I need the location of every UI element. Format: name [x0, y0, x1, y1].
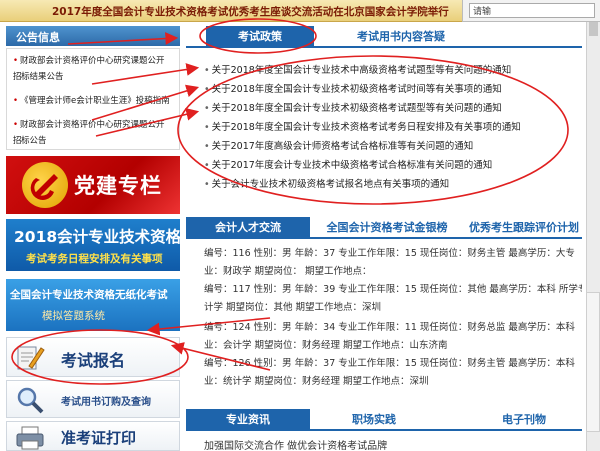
top-news-banner[interactable]: 2017年度全国会计专业技术资格考试优秀考生座谈交流活动在北京国家会计学院举行 — [0, 0, 462, 22]
book-order-button[interactable]: 考试用书订购及查询 — [6, 380, 180, 418]
list-item[interactable]: • 关于2018年度全国会计专业技术资格考试考务日程安排及有关事项的通知 — [204, 119, 521, 133]
talent-list: 编号：116 性别：男 年龄：37 专业工作年限：15 现任岗位：财务主管 最高… — [186, 243, 582, 405]
policy-tab-bar: 考试政策 考试用书内容答疑 — [186, 26, 582, 48]
tab-professional-news[interactable]: 专业资讯 — [186, 409, 310, 431]
notice-item[interactable]: 标公告 — [21, 133, 181, 149]
admission-ticket-button[interactable]: 准考证打印 — [6, 421, 180, 451]
book-order-label[interactable]: 考试用书订购及查询 — [61, 393, 151, 408]
admission-ticket-label[interactable]: 准考证打印 — [61, 427, 136, 448]
tab-honor-roll[interactable]: 全国会计资格考试金银榜 — [312, 217, 462, 239]
exam-register-button[interactable]: 考试报名 — [6, 337, 180, 377]
list-item[interactable]: • 关于会计专业技术初级资格考试报名地点有关事项的通知 — [204, 176, 449, 190]
list-item: 编号：126 性别：男 年龄：37 专业工作年限：15 现任岗位：财务主管 最高… — [204, 358, 575, 369]
exam-banner-subtitle: 考试考务日程安排及有关事项 — [26, 253, 163, 265]
notice-item[interactable]: 标结果公告 — [21, 69, 181, 85]
paperless-banner-title: 全国会计专业技术资格无纸化考试 — [10, 289, 168, 301]
printer-icon — [16, 426, 44, 450]
notice-title: 公告信息 — [16, 31, 60, 44]
list-item: 编号：116 性别：男 年龄：37 专业工作年限：15 现任岗位：财务主管 最高… — [204, 248, 575, 259]
list-item: 业：财政学 期望岗位： 期望工作地点： — [204, 266, 372, 277]
list-item[interactable]: • 关于2018年度全国会计专业技术初级资格考试时间等有关事项的通知 — [204, 81, 502, 95]
list-item[interactable]: • 关于2017年度高级会计师资格考试合格标准等有关问题的通知 — [204, 138, 473, 152]
pencil-form-icon — [17, 346, 45, 370]
party-emblem-icon — [22, 162, 68, 208]
news-tab-bar: 专业资讯 职场实践 电子刊物 — [186, 409, 582, 431]
list-item[interactable]: • 关于2018年度全国会计专业技术初级资格考试题型等有关问题的通知 — [204, 100, 502, 114]
exam-schedule-banner[interactable]: 2018会计专业技术资格 考试考务日程安排及有关事项 — [6, 219, 182, 271]
list-item: 业：统计学 期望岗位：财务经理 期望工作地点：深圳 — [204, 376, 429, 387]
party-column-label[interactable]: 党建专栏 — [74, 170, 162, 200]
policy-list: • 关于2018年度全国会计专业技术中高级资格考试题型等有关问题的通知 • 关于20… — [186, 52, 582, 212]
paperless-banner-subtitle: 模拟答题系统 — [42, 310, 105, 322]
search-input[interactable] — [469, 3, 595, 18]
notice-header: 公告信息 — [6, 26, 180, 46]
list-item[interactable]: • 关于2018年度全国会计专业技术中高级资格考试题型等有关问题的通知 — [204, 62, 511, 76]
tab-e-journal[interactable]: 电子刊物 — [466, 409, 582, 431]
talent-tab-bar: 会计人才交流 全国会计资格考试金银榜 优秀考生跟踪评价计划 — [186, 217, 582, 239]
top-news-text[interactable]: 2017年度全国会计专业技术资格考试优秀考生座谈交流活动在北京国家会计学院举行 — [52, 4, 449, 19]
exam-banner-title: 2018会计专业技术资格 — [14, 228, 182, 246]
tab-exam-policy[interactable]: 考试政策 — [206, 26, 314, 48]
party-column-banner[interactable]: 党建专栏 — [6, 156, 180, 214]
tab-book-qa[interactable]: 考试用书内容答疑 — [336, 26, 466, 48]
notice-item[interactable]: • 《管理会计师e会计职业生涯》投稿指南 — [13, 93, 173, 109]
bullet-icon: • — [13, 120, 19, 130]
list-item[interactable]: • 关于2017年度会计专业技术中级资格考试合格标准有关问题的通知 — [204, 157, 492, 171]
tab-tracking-plan[interactable]: 优秀考生跟踪评价计划 — [466, 217, 582, 239]
bullet-icon: • — [13, 96, 19, 106]
exam-register-label[interactable]: 考试报名 — [61, 347, 125, 371]
top-search-area — [462, 0, 600, 22]
side-scroll-panel — [586, 292, 600, 432]
tab-talent-exchange[interactable]: 会计人才交流 — [186, 217, 310, 239]
bullet-icon: • — [13, 56, 19, 66]
scrollbar-thumb[interactable] — [589, 22, 598, 36]
paperless-exam-banner[interactable]: 全国会计专业技术资格无纸化考试 模拟答题系统 — [6, 279, 180, 331]
tab-workplace-practice[interactable]: 职场实践 — [312, 409, 436, 431]
list-item: 计学 期望岗位：其他 期望工作地点：深圳 — [204, 302, 382, 313]
news-item[interactable]: 加强国际交流合作 做优会计资格考试品牌 — [204, 437, 387, 451]
list-item: 业：会计学 期望岗位：财务经理 期望工作地点：山东济南 — [204, 340, 448, 351]
list-item: 编号：124 性别：男 年龄：34 专业工作年限：11 现任岗位：财务总监 最高… — [204, 322, 575, 333]
notice-list: • 财政部会计资格评价中心研究课题公开招 标结果公告 • 《管理会计师e会计职业生涯… — [6, 48, 180, 150]
list-item: 编号：117 性别：男 年龄：39 专业工作年限：15 现任岗位：其他 最高学历… — [204, 284, 582, 295]
magnifier-icon — [17, 387, 44, 414]
